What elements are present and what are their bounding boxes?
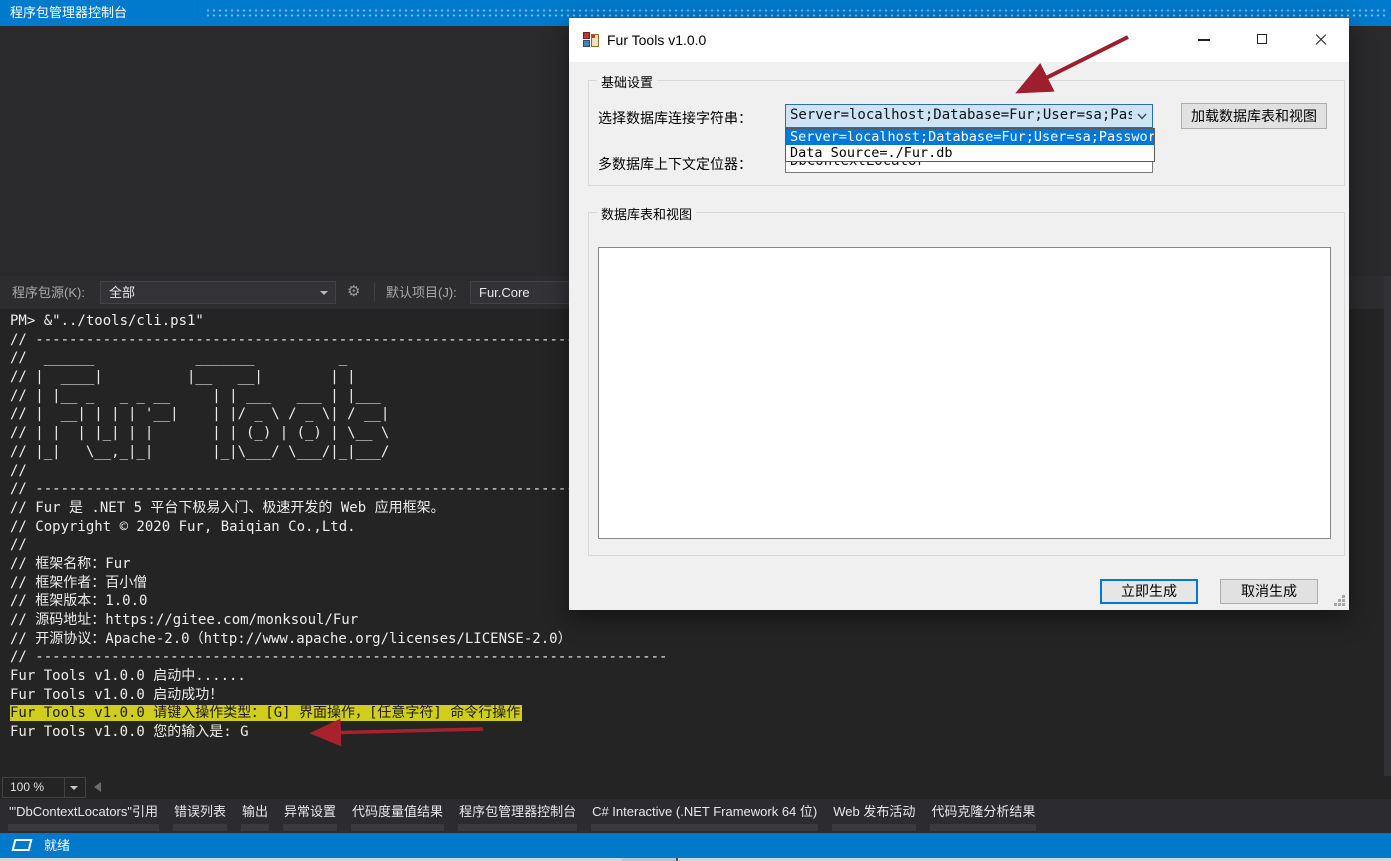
fur-tools-dialog: Fur Tools v1.0.0 基础设置 选择数据库连接字符串： Server… (569, 18, 1349, 610)
bottom-tab-label: Web 发布活动 (832, 799, 916, 824)
bottom-tab[interactable]: Web 发布活动 (832, 799, 916, 833)
load-tables-button[interactable]: 加载数据库表和视图 (1181, 103, 1327, 129)
connection-string-dropdown: Server=localhost;Database=Fur;User=sa;Pa… (785, 128, 1155, 162)
bottom-tab[interactable]: 程序包管理器控制台 (458, 799, 577, 833)
bottom-tab-label: 代码度量值结果 (351, 799, 444, 824)
scroll-left-arrow-icon[interactable] (94, 782, 101, 792)
maximize-button[interactable] (1239, 18, 1285, 62)
resize-grip-icon[interactable] (1333, 594, 1346, 607)
bottom-tab-label: 程序包管理器控制台 (458, 799, 577, 824)
gear-icon[interactable]: ⚙ (347, 282, 360, 300)
bottom-tab[interactable]: C# Interactive (.NET Framework 64 位) (591, 799, 818, 833)
console-line: Fur Tools v1.0.0 请键入操作类型：[G] 界面操作，[任意字符]… (10, 704, 1391, 723)
app-icon (583, 32, 599, 48)
minimize-icon (1198, 39, 1210, 41)
tables-views-listbox[interactable] (598, 247, 1331, 539)
chevron-down-icon (320, 291, 328, 295)
console-line: Fur Tools v1.0.0 您的输入是: G (10, 723, 1391, 742)
toolbar-separator (374, 283, 375, 302)
bottom-tab-strip (283, 824, 337, 831)
package-source-combobox[interactable]: 全部 (100, 281, 336, 304)
vs-window: 程序包管理器控制台 程序包源(K): 全部 ⚙ 默认项目(J): Fur.Cor… (0, 0, 1391, 861)
bottom-tab[interactable]: 输出 (241, 799, 269, 833)
connection-string-option[interactable]: Data Source=./Fur.db (786, 145, 1154, 161)
bottom-tab-label: 异常设置 (283, 799, 337, 824)
console-line: // 源码地址：https://gitee.com/monksoul/Fur (10, 611, 1391, 630)
connection-string-option[interactable]: Server=localhost;Database=Fur;User=sa;Pa… (786, 129, 1154, 145)
status-bar: 就绪 (0, 833, 1391, 858)
bottom-tab-label: C# Interactive (.NET Framework 64 位) (591, 799, 818, 824)
minimize-button[interactable] (1181, 18, 1227, 62)
zoom-level-combobox[interactable]: 100 % (2, 777, 86, 798)
connection-string-value: Server=localhost;Database=Fur;User=sa;Pa… (790, 107, 1132, 123)
default-project-value: Fur.Core (479, 285, 530, 300)
console-line: // 开源协议：Apache-2.0（http://www.apache.org… (10, 630, 1391, 649)
bottom-tab-strip (591, 824, 818, 831)
console-line: Fur Tools v1.0.0 启动成功！ (10, 686, 1391, 705)
package-source-label: 程序包源(K): (12, 276, 85, 309)
bottom-tab-strip (930, 824, 1036, 831)
cancel-generate-button[interactable]: 取消生成 (1220, 579, 1318, 604)
bottom-tab-strip (8, 824, 159, 831)
console-line: Fur Tools v1.0.0 启动中...... (10, 667, 1391, 686)
basic-settings-group-label: 基础设置 (597, 72, 657, 91)
zoom-dropdown-button[interactable] (64, 778, 85, 797)
bottom-tab[interactable]: 异常设置 (283, 799, 337, 833)
status-window-icon (12, 839, 33, 851)
dbcontext-locator-label: 多数据库上下文定位器： (598, 154, 752, 174)
bottom-tab[interactable]: 代码度量值结果 (351, 799, 444, 833)
generate-button[interactable]: 立即生成 (1100, 579, 1198, 604)
dialog-title: Fur Tools v1.0.0 (607, 18, 706, 62)
connection-string-combobox[interactable]: Server=localhost;Database=Fur;User=sa;Pa… (785, 104, 1153, 128)
chevron-down-icon (70, 786, 78, 790)
bottom-tab-strip (458, 824, 577, 831)
bottom-tab-label: '"DbContextLocators"引用 (8, 799, 159, 824)
bottom-tab[interactable]: 错误列表 (173, 799, 227, 833)
bottom-tab-bar: '"DbContextLocators"引用错误列表输出异常设置代码度量值结果程… (0, 799, 1391, 833)
pmc-panel-title: 程序包管理器控制台 (10, 0, 127, 26)
bottom-tab-label: 错误列表 (173, 799, 227, 824)
chevron-down-icon (1137, 113, 1147, 120)
bottom-tab-label: 输出 (241, 799, 269, 824)
connection-string-label: 选择数据库连接字符串： (598, 108, 752, 128)
default-project-label: 默认项目(J): (386, 276, 457, 309)
bottom-tab[interactable]: 代码克隆分析结果 (930, 799, 1036, 833)
bottom-tab-strip (173, 824, 227, 831)
console-scrollbar[interactable] (1384, 276, 1391, 790)
dialog-titlebar[interactable]: Fur Tools v1.0.0 (569, 18, 1349, 62)
bottom-tab-label: 代码克隆分析结果 (930, 799, 1036, 824)
bottom-tab-strip (832, 824, 916, 831)
maximize-icon (1257, 34, 1267, 44)
bottom-tab-strip (241, 824, 269, 831)
status-text: 就绪 (44, 833, 70, 858)
bottom-tab[interactable]: '"DbContextLocators"引用 (8, 799, 159, 833)
tables-views-group-label: 数据库表和视图 (597, 204, 696, 223)
close-button[interactable] (1298, 18, 1344, 62)
console-bottom-bar: 100 % (0, 776, 1391, 799)
console-line: // -------------------------------------… (10, 648, 1391, 667)
bottom-tab-strip (351, 824, 444, 831)
package-source-value: 全部 (109, 285, 135, 300)
zoom-level-value: 100 % (3, 778, 64, 797)
